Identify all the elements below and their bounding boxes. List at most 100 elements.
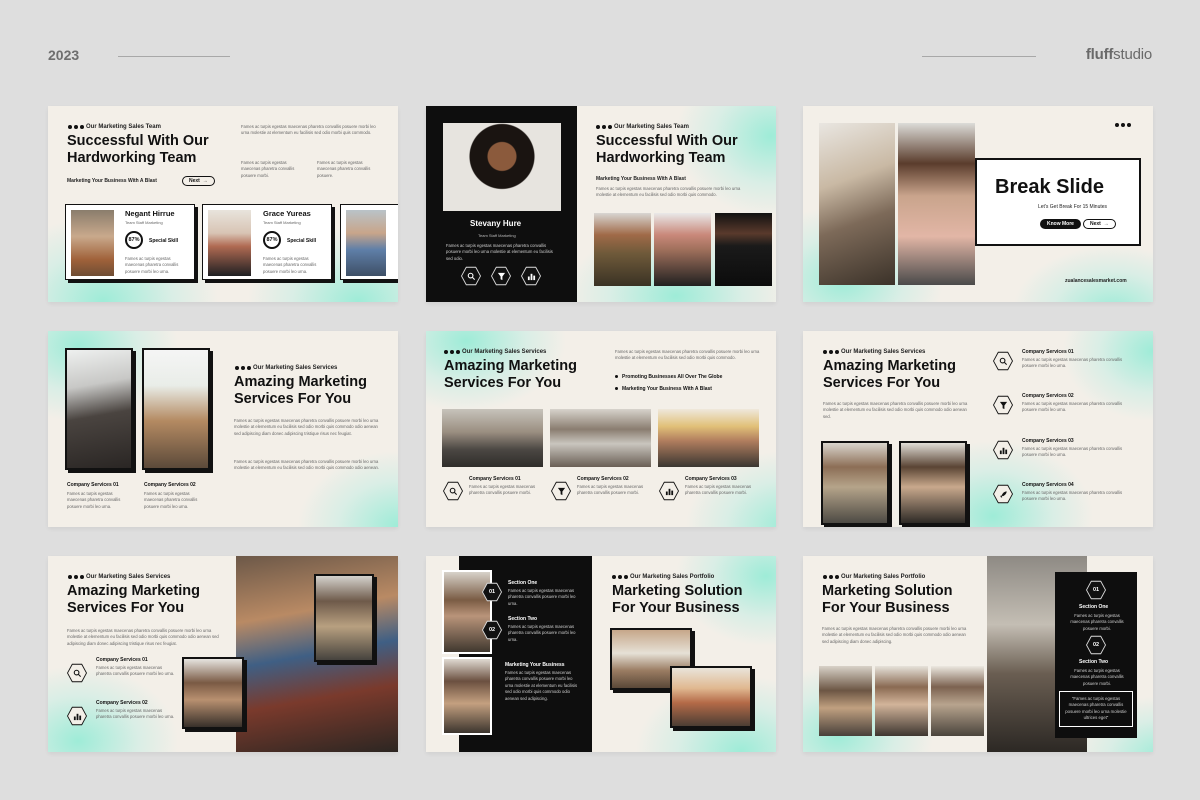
- header-divider-right: [922, 56, 1036, 57]
- team-member-photo: [71, 210, 114, 276]
- search-icon[interactable]: [67, 663, 87, 683]
- dots-icon: [68, 575, 84, 579]
- office-photo: [898, 123, 975, 285]
- office-photo: [819, 123, 895, 285]
- quote-box: "Fames ac turpis egestas maecenas pharet…: [1059, 691, 1133, 727]
- slide-thumbnail-1[interactable]: Our Marketing Sales Team Successful With…: [48, 106, 398, 302]
- slide-paragraph: Fames ac turpis egestas maecenas pharetr…: [596, 186, 741, 198]
- slide-tag: Our Marketing Sales Services: [462, 349, 547, 355]
- dots-icon: [823, 350, 839, 354]
- slide-title: Amazing Marketing Services For You: [444, 358, 577, 391]
- section-label: Section One: [1079, 604, 1109, 610]
- slide-tag: Our Marketing Sales Team: [614, 124, 689, 130]
- slide-thumbnail-9[interactable]: Our Marketing Sales Portfolio Marketing …: [803, 556, 1153, 752]
- dots-icon: [823, 575, 839, 579]
- slide-thumbnail-5[interactable]: Our Marketing Sales Services Amazing Mar…: [426, 331, 776, 527]
- service-label: Company Services 03: [685, 476, 737, 482]
- slide-tag: Our Marketing Sales Services: [841, 349, 926, 355]
- team-photo: [654, 213, 711, 286]
- break-subtitle: Let's Get Break For 15 Minutes: [1038, 204, 1108, 210]
- break-card: [975, 158, 1141, 246]
- slide-thumbnail-6[interactable]: Our Marketing Sales Services Amazing Mar…: [803, 331, 1153, 527]
- service-desc: Fames ac turpis egestas maecenas pharetr…: [685, 484, 752, 496]
- profile-photo: [443, 123, 561, 211]
- slide-paragraph: Fames ac turpis egestas maecenas pharetr…: [823, 401, 968, 419]
- service-photo: [65, 348, 133, 470]
- service-label: Company Services 01: [469, 476, 521, 482]
- brand-logo: fluffstudio: [1085, 46, 1152, 63]
- break-title: Break Slide: [995, 176, 1104, 198]
- service-photo: [314, 574, 374, 662]
- slide-paragraph: Fames ac turpis egestas maecenas pharetr…: [234, 418, 379, 436]
- slide-subtitle: Marketing Your Business With A Blast: [596, 176, 686, 182]
- slide-thumbnail-8[interactable]: 01 02 Section One Fames ac turpis egesta…: [426, 556, 776, 752]
- dots-icon: [1115, 123, 1131, 127]
- service-label: Company Services 02: [96, 700, 148, 706]
- slide-tag: Our Marketing Sales Portfolio: [630, 574, 715, 580]
- slide-thumbnail-2[interactable]: Stevany Hure Team Staff Marketing Fames …: [426, 106, 776, 302]
- slide-title: Successful With Our Hardworking Team: [67, 133, 209, 166]
- header-divider-left: [118, 56, 230, 57]
- slide-title: Amazing Marketing Services For You: [823, 358, 956, 391]
- profile-role: Team Staff Marketing: [478, 233, 516, 238]
- next-button[interactable]: Next →: [182, 176, 215, 186]
- member-name: Negant Hirrue: [125, 209, 175, 218]
- team-member-photo: [208, 210, 251, 276]
- dots-icon: [444, 350, 460, 354]
- section-label: Marketing Your Business: [505, 662, 565, 668]
- member-name: Grace Yureas: [263, 209, 311, 218]
- chart-icon[interactable]: [659, 481, 679, 501]
- chart-icon[interactable]: [67, 706, 87, 726]
- service-photo: [658, 409, 759, 467]
- dots-icon: [68, 125, 84, 129]
- section-label: Section Two: [508, 616, 538, 622]
- member-role: Team Staff Marketing: [263, 220, 301, 225]
- portfolio-photo: [442, 570, 492, 654]
- chart-icon[interactable]: [993, 440, 1013, 460]
- skill-percent: 87%: [263, 231, 281, 249]
- slide-paragraph: Fames ac turpis egestas maecenas pharetr…: [241, 160, 295, 178]
- service-label: Company Services 04: [1022, 482, 1074, 488]
- next-button[interactable]: Next →: [1083, 219, 1116, 229]
- service-photo: [142, 348, 210, 470]
- service-photo: [550, 409, 651, 467]
- service-label: Company Services 02: [577, 476, 629, 482]
- member-bio: Fames ac turpis egestas maecenas pharetr…: [263, 256, 317, 274]
- rocket-icon[interactable]: [993, 484, 1013, 504]
- slide-tag: Our Marketing Sales Team: [86, 124, 161, 130]
- search-icon[interactable]: [993, 351, 1013, 371]
- search-icon[interactable]: [443, 481, 463, 501]
- section-desc: Fames ac turpis egestas maecenas pharetr…: [1070, 668, 1124, 686]
- team-photo: [594, 213, 651, 286]
- service-desc: Fames ac turpis egestas maecenas pharetr…: [1022, 357, 1123, 369]
- section-label: Section Two: [1079, 659, 1109, 665]
- service-photo: [182, 657, 244, 729]
- know-more-button[interactable]: Know More: [1040, 219, 1081, 229]
- slide-thumbnail-3[interactable]: Break Slide Let's Get Break For 15 Minut…: [803, 106, 1153, 302]
- filter-icon[interactable]: [551, 481, 571, 501]
- slide-thumbnail-4[interactable]: Company Services 01 Company Services 02 …: [48, 331, 398, 527]
- slide-paragraph: Fames ac turpis egestas maecenas pharetr…: [67, 628, 219, 646]
- service-desc: Fames ac turpis egestas maecenas pharetr…: [577, 484, 644, 496]
- member-role: Team Staff Marketing: [125, 220, 163, 225]
- service-photo: [821, 441, 889, 525]
- filter-icon[interactable]: [993, 395, 1013, 415]
- service-desc: Fames ac turpis egestas maecenas pharetr…: [96, 708, 175, 720]
- portfolio-photo: [875, 666, 928, 736]
- service-desc: Fames ac turpis egestas maecenas pharetr…: [1022, 446, 1123, 458]
- slide-paragraph: Fames ac turpis egestas maecenas pharetr…: [317, 160, 371, 178]
- slide-thumbnail-7[interactable]: Our Marketing Sales Services Amazing Mar…: [48, 556, 398, 752]
- slide-paragraph: Fames ac turpis egestas maecenas pharetr…: [615, 349, 760, 361]
- slide-tag: Our Marketing Sales Services: [253, 365, 338, 371]
- service-label: Company Services 02: [144, 482, 196, 488]
- slide-subtitle: Marketing Your Business With A Blast: [67, 178, 157, 184]
- dots-icon: [596, 125, 612, 129]
- portfolio-photo: [442, 657, 492, 735]
- section-desc: Fames ac turpis egestas maecenas pharetr…: [505, 670, 578, 701]
- slide-paragraph: Fames ac turpis egestas maecenas pharetr…: [822, 626, 967, 644]
- portfolio-photo: [670, 666, 752, 728]
- slide-tag: Our Marketing Sales Services: [86, 574, 171, 580]
- bullet-point: Marketing Your Business With A Blast: [615, 386, 712, 392]
- service-label: Company Services 01: [67, 482, 119, 488]
- slide-title: Marketing Solution For Your Business: [822, 583, 953, 616]
